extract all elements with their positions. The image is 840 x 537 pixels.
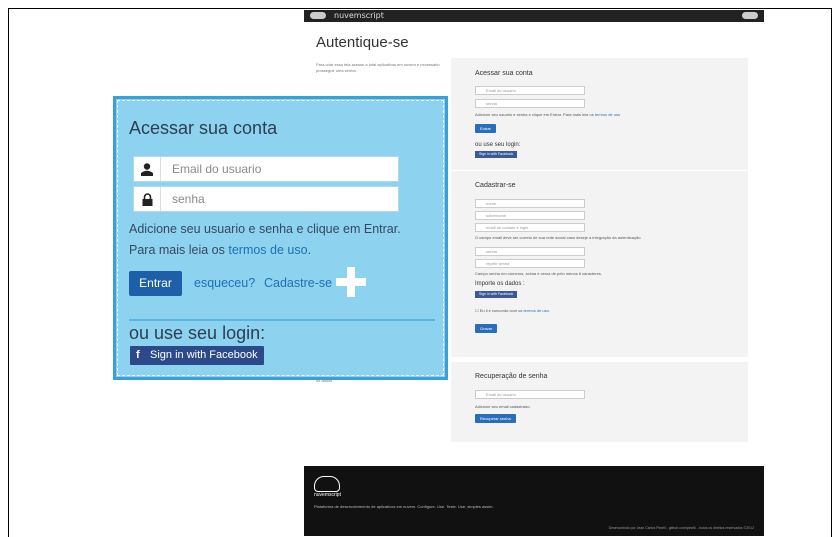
intro-text: Para criar essa tela acesse a total apli… bbox=[316, 62, 440, 73]
password-field[interactable]: senha bbox=[133, 186, 399, 212]
recovery-email-field[interactable]: Email do usuario bbox=[475, 390, 585, 399]
password-note: Campo senha em números, acima e cerca de… bbox=[475, 271, 602, 276]
login-panel-zoom: Acessar sua conta Email do usuario senha… bbox=[113, 96, 448, 380]
recover-password-button[interactable]: Recuperar senha bbox=[475, 414, 516, 423]
facebook-button-label: Sign in with Facebook bbox=[150, 349, 258, 361]
login-help-small: Adicione seu usuario e senha e clique em… bbox=[475, 112, 621, 117]
cloud-logo-icon bbox=[314, 476, 340, 492]
lock-icon bbox=[134, 187, 161, 211]
footer: nuvemscript Plataforma de desenvolviment… bbox=[304, 466, 764, 536]
recovery-title: Recuperação de senha bbox=[475, 373, 548, 380]
terms-checkbox[interactable]: ☐ Eu li e concordo com os termos de uso. bbox=[475, 308, 550, 313]
terms-link-small[interactable]: termos de uso bbox=[595, 112, 620, 117]
divider bbox=[129, 319, 435, 321]
forgot-password-link[interactable]: esqueceu? bbox=[194, 276, 255, 290]
top-navbar: nuvemscript bbox=[304, 10, 764, 22]
recovery-note: Adicione seu email cadastrado. bbox=[475, 404, 531, 409]
footer-credits: Desenvolvido por Jean Carlos Pinelli - g… bbox=[608, 526, 754, 530]
import-title: Importe os dados : bbox=[475, 281, 525, 287]
recovery-panel: Recuperação de senha Email do usuario Ad… bbox=[451, 362, 748, 442]
email-field-small[interactable]: Email do usuario bbox=[475, 86, 585, 95]
register-link[interactable]: Cadastre-se bbox=[264, 276, 332, 290]
navbar-brand[interactable]: nuvemscript bbox=[334, 11, 384, 20]
repeat-password-field[interactable]: repetir senha bbox=[475, 259, 585, 268]
email-note: O campo email deve ser correto de sua re… bbox=[475, 235, 642, 240]
footer-description: Plataforma de desenvolvimento de aplicat… bbox=[314, 504, 494, 509]
facebook-icon: f bbox=[136, 349, 140, 361]
password-placeholder: senha bbox=[172, 192, 205, 206]
register-title: Cadastrar-se bbox=[475, 182, 516, 189]
footer-brand: nuvemscript bbox=[314, 492, 341, 498]
plus-icon[interactable] bbox=[336, 267, 366, 297]
terms-of-use-link[interactable]: termos de uso bbox=[228, 243, 307, 257]
login-help-text: Adicione seu usuario e senha e clique em… bbox=[129, 222, 401, 257]
facebook-signin-button[interactable]: f Sign in with Facebook bbox=[130, 346, 264, 365]
cloud-icon bbox=[310, 12, 326, 19]
cloud-icon bbox=[742, 12, 758, 19]
surname-field[interactable]: sobrenome bbox=[475, 211, 585, 220]
import-facebook-button[interactable]: Sign in with Facebook bbox=[475, 291, 518, 298]
login-panel-background: Acessar sua conta Email do usuario senha… bbox=[451, 58, 748, 170]
name-field[interactable]: nome bbox=[475, 199, 585, 208]
facebook-button-small[interactable]: Sign in with Facebook bbox=[475, 151, 518, 158]
register-password-field[interactable]: senha bbox=[475, 247, 585, 256]
alt-login-title-small: ou use seu login: bbox=[475, 142, 521, 148]
page-title: Autentique-se bbox=[316, 34, 409, 51]
enter-button[interactable]: Entrar bbox=[129, 271, 182, 296]
password-field-small[interactable]: senha bbox=[475, 99, 585, 108]
email-field[interactable]: Email do usuario bbox=[133, 156, 399, 182]
save-button[interactable]: Gravar bbox=[475, 324, 498, 333]
email-placeholder: Email do usuario bbox=[172, 162, 262, 176]
email-contact-field[interactable]: email de contato e login bbox=[475, 223, 585, 232]
alt-login-title: ou use seu login: bbox=[129, 323, 266, 343]
register-panel: Cadastrar-se nome sobrenome email de con… bbox=[451, 171, 748, 357]
user-icon bbox=[134, 157, 161, 181]
enter-button-small[interactable]: Entrar bbox=[475, 124, 496, 133]
register-terms-link[interactable]: termos de uso. bbox=[524, 308, 550, 313]
login-title: Acessar sua conta bbox=[129, 118, 278, 138]
login-panel-title: Acessar sua conta bbox=[475, 70, 533, 77]
